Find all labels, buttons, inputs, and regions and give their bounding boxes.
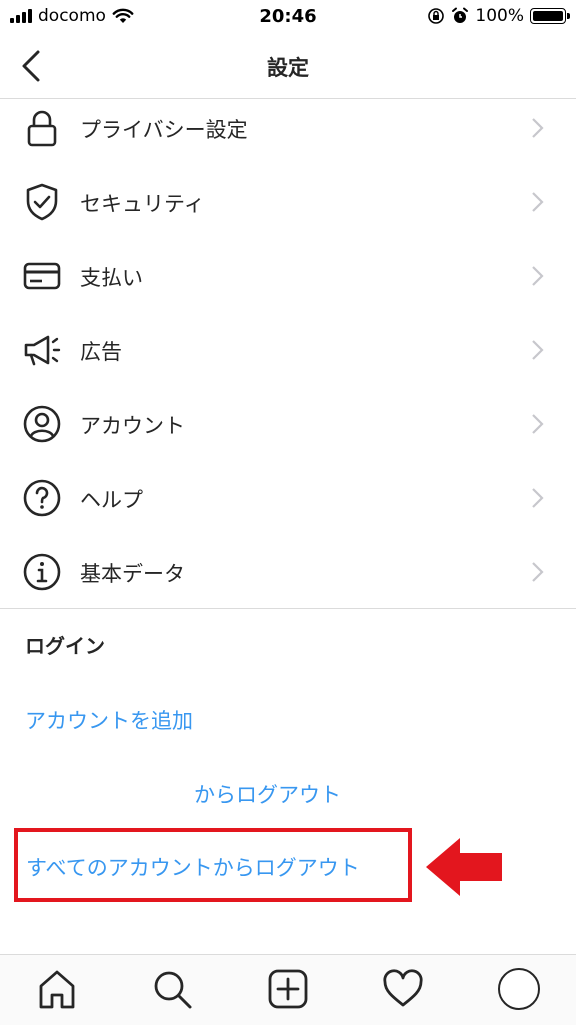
tab-new-post[interactable] (264, 965, 312, 1013)
chevron-right-icon (532, 414, 544, 434)
menu-item-label: 基本データ (80, 562, 185, 586)
menu-item-label: 支払い (80, 266, 143, 290)
profile-avatar (498, 968, 540, 1010)
search-icon (154, 971, 192, 1009)
menu-item-label: ヘルプ (80, 488, 143, 512)
menu-item-account[interactable]: アカウント (0, 388, 576, 460)
chevron-right-icon (532, 488, 544, 508)
chevron-right-icon (532, 340, 544, 360)
chevron-right-icon (532, 562, 544, 582)
tab-home[interactable] (33, 965, 81, 1013)
account-circle-icon (23, 405, 61, 443)
credit-card-icon (23, 262, 61, 290)
menu-item-about[interactable]: 基本データ (0, 536, 576, 608)
shield-check-icon (26, 183, 58, 221)
section-divider (0, 608, 576, 609)
orientation-lock-icon (428, 8, 445, 24)
chevron-right-icon (532, 192, 544, 212)
megaphone-icon (24, 335, 61, 366)
login-section-title: ログイン (25, 634, 105, 658)
highlight-box (14, 828, 412, 902)
battery-icon (530, 8, 570, 24)
menu-item-security[interactable]: セキュリティ (0, 166, 576, 238)
battery-percent: 100% (475, 6, 524, 26)
status-bar: docomo 20:46 100% (0, 0, 576, 34)
tab-profile[interactable] (495, 965, 543, 1013)
add-account-link[interactable]: アカウントを追加 (25, 705, 193, 735)
tab-activity[interactable] (379, 965, 427, 1013)
navigation-header: 設定 (0, 34, 576, 99)
red-arrow-icon (426, 838, 502, 896)
heart-icon (383, 969, 423, 1007)
lock-icon (27, 110, 57, 147)
menu-item-help[interactable]: ヘルプ (0, 462, 576, 534)
info-circle-icon (23, 553, 61, 591)
home-icon (39, 970, 75, 1009)
add-post-icon (268, 969, 308, 1009)
bottom-tab-bar (0, 954, 576, 1025)
alarm-icon (452, 7, 469, 23)
chevron-right-icon (532, 118, 544, 138)
menu-item-label: プライバシー設定 (80, 118, 248, 142)
menu-item-label: セキュリティ (80, 192, 205, 216)
logout-user-link[interactable]: からログアウト (194, 779, 341, 809)
menu-item-ads[interactable]: 広告 (0, 314, 576, 386)
page-title: 設定 (267, 56, 309, 80)
menu-item-payments[interactable]: 支払い (0, 240, 576, 312)
help-circle-icon (23, 479, 61, 517)
tab-search[interactable] (148, 965, 196, 1013)
menu-item-label: 広告 (80, 340, 122, 364)
chevron-right-icon (532, 266, 544, 286)
menu-item-label: アカウント (80, 414, 185, 438)
menu-item-privacy[interactable]: プライバシー設定 (0, 92, 576, 164)
status-right: 100% (427, 6, 570, 26)
